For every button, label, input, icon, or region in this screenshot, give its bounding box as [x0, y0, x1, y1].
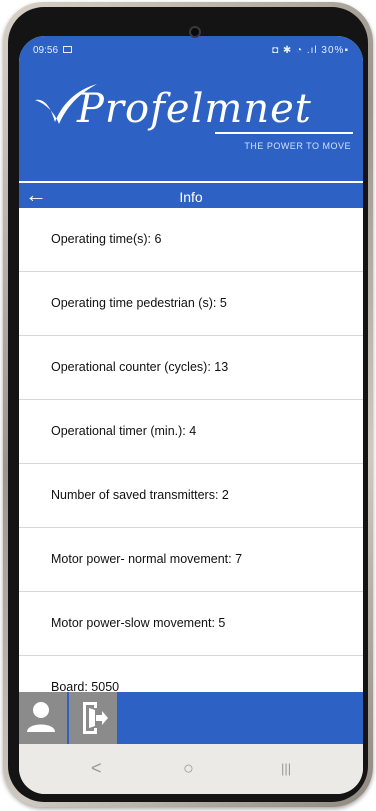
list-item: Number of saved transmitters: 2 — [19, 464, 363, 528]
app-screen: 09:56 ◘ ✱ ◔ .ıl 30%▪ Profelmnet THE POWE… — [19, 36, 363, 794]
page-title: Info — [179, 189, 203, 205]
system-home-icon[interactable]: ○ — [183, 758, 194, 779]
list-item: Operational counter (cycles): 13 — [19, 336, 363, 400]
logout-button[interactable] — [69, 692, 117, 744]
info-item-label: Operational counter (cycles): 13 — [51, 360, 229, 374]
info-item-label: Motor power- normal movement: 7 — [51, 552, 243, 566]
logout-icon — [83, 702, 108, 734]
info-item-label: Number of saved transmitters: 2 — [51, 488, 229, 502]
info-item-label: Operating time(s): 6 — [51, 232, 162, 246]
status-icons: ◘ ✱ ◔ .ıl 30%▪ — [272, 45, 349, 56]
system-recents-icon[interactable]: ||| — [281, 761, 291, 776]
list-item: Motor power-slow movement: 5 — [19, 592, 363, 656]
info-item-label: Operating time pedestrian (s): 5 — [51, 296, 227, 310]
list-item: Operating time pedestrian (s): 5 — [19, 272, 363, 336]
list-item: Operating time(s): 6 — [19, 208, 363, 272]
top-nav-bar: ← Info — [19, 181, 363, 210]
brand-header: Profelmnet THE POWER TO MOVE — [19, 66, 363, 181]
system-navigation-bar: < ○ ||| — [19, 744, 363, 794]
list-item: Operational timer (min.): 4 — [19, 400, 363, 464]
brand-logo-text: Profelmnet — [77, 86, 312, 132]
user-button[interactable] — [19, 692, 67, 744]
status-bar: 09:56 ◘ ✱ ◔ .ıl 30%▪ — [19, 36, 363, 66]
gallery-notification-icon — [63, 46, 72, 53]
info-item-label: Motor power-slow movement: 5 — [51, 616, 226, 630]
info-list: Operating time(s): 6 Operating time pede… — [19, 208, 363, 720]
system-back-icon[interactable]: < — [91, 758, 102, 779]
brand-underline — [215, 132, 353, 134]
info-item-label: Operational timer (min.): 4 — [51, 424, 197, 438]
front-camera — [189, 26, 201, 38]
bottom-bar — [19, 692, 363, 744]
brand-tagline: THE POWER TO MOVE — [244, 141, 351, 151]
list-item: Motor power- normal movement: 7 — [19, 528, 363, 592]
status-time: 09:56 — [33, 45, 59, 56]
user-icon — [27, 702, 55, 732]
